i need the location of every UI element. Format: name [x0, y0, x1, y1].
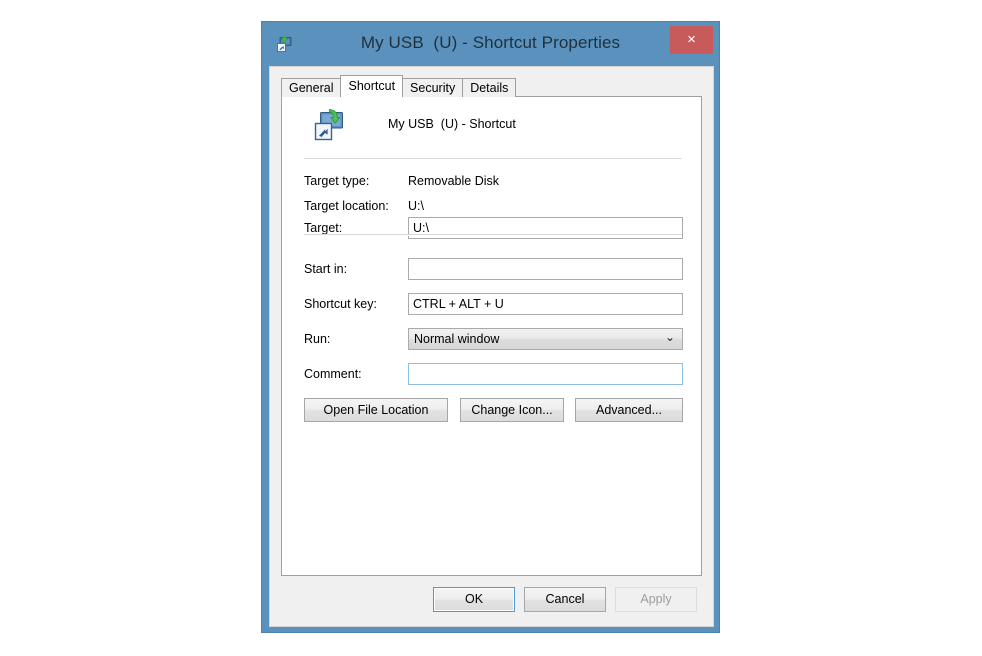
footer-button-group: OK Cancel Apply: [281, 587, 702, 612]
divider-middle: [304, 234, 682, 236]
removable-disk-shortcut-icon: [313, 108, 347, 142]
title-bar[interactable]: My USB (U) - Shortcut Properties ×: [262, 22, 719, 66]
dialog-body: General Shortcut Security Details My USB…: [269, 66, 714, 627]
tab-general[interactable]: General: [281, 78, 342, 97]
comment-input[interactable]: [408, 363, 683, 385]
tab-security[interactable]: Security: [402, 78, 464, 97]
target-location-value: U:\: [408, 199, 424, 213]
apply-button: Apply: [615, 587, 697, 612]
cancel-button[interactable]: Cancel: [524, 587, 606, 612]
advanced-button[interactable]: Advanced...: [575, 398, 683, 422]
window-title: My USB (U) - Shortcut Properties: [360, 33, 621, 52]
shortcut-name-label: My USB (U) - Shortcut: [388, 117, 516, 131]
tab-strip: General Shortcut Security Details: [281, 75, 517, 97]
start-in-row: Start in:: [304, 258, 683, 281]
start-in-label: Start in:: [304, 262, 348, 276]
target-location-row: Target location: U:\: [304, 199, 684, 215]
open-file-location-button[interactable]: Open File Location: [304, 398, 448, 422]
divider-top: [304, 158, 682, 160]
chevron-down-icon: ⌄: [664, 330, 675, 344]
tab-details[interactable]: Details: [462, 78, 517, 97]
properties-dialog-window: My USB (U) - Shortcut Properties × Gener…: [261, 21, 720, 633]
close-icon[interactable]: ×: [670, 26, 713, 54]
ok-button[interactable]: OK: [433, 587, 515, 612]
start-in-input[interactable]: [408, 258, 683, 280]
run-selected-value: Normal window: [414, 332, 500, 346]
shortcut-key-label: Shortcut key:: [304, 297, 377, 311]
run-dropdown[interactable]: Normal window ⌄: [408, 328, 683, 350]
target-type-label: Target type:: [304, 174, 370, 188]
shortcut-header: My USB (U) - Shortcut: [282, 108, 701, 156]
run-row: Run: Normal window ⌄: [304, 328, 683, 351]
change-icon-button[interactable]: Change Icon...: [460, 398, 564, 422]
target-type-value: Removable Disk: [408, 174, 500, 188]
comment-label: Comment:: [304, 367, 362, 381]
target-location-label: Target location:: [304, 199, 389, 213]
target-row: Target:: [304, 217, 683, 240]
shortcut-key-row: Shortcut key:: [304, 293, 683, 316]
shortcut-key-input[interactable]: [408, 293, 683, 315]
target-label: Target:: [304, 221, 343, 235]
action-button-group: Open File Location Change Icon... Advanc…: [304, 398, 683, 422]
run-label: Run:: [304, 332, 331, 346]
target-type-row: Target type: Removable Disk: [304, 174, 684, 190]
comment-row: Comment:: [304, 363, 683, 386]
shortcut-tab-panel: My USB (U) - Shortcut Target type: Remov…: [281, 96, 702, 576]
tab-shortcut[interactable]: Shortcut: [340, 75, 404, 97]
